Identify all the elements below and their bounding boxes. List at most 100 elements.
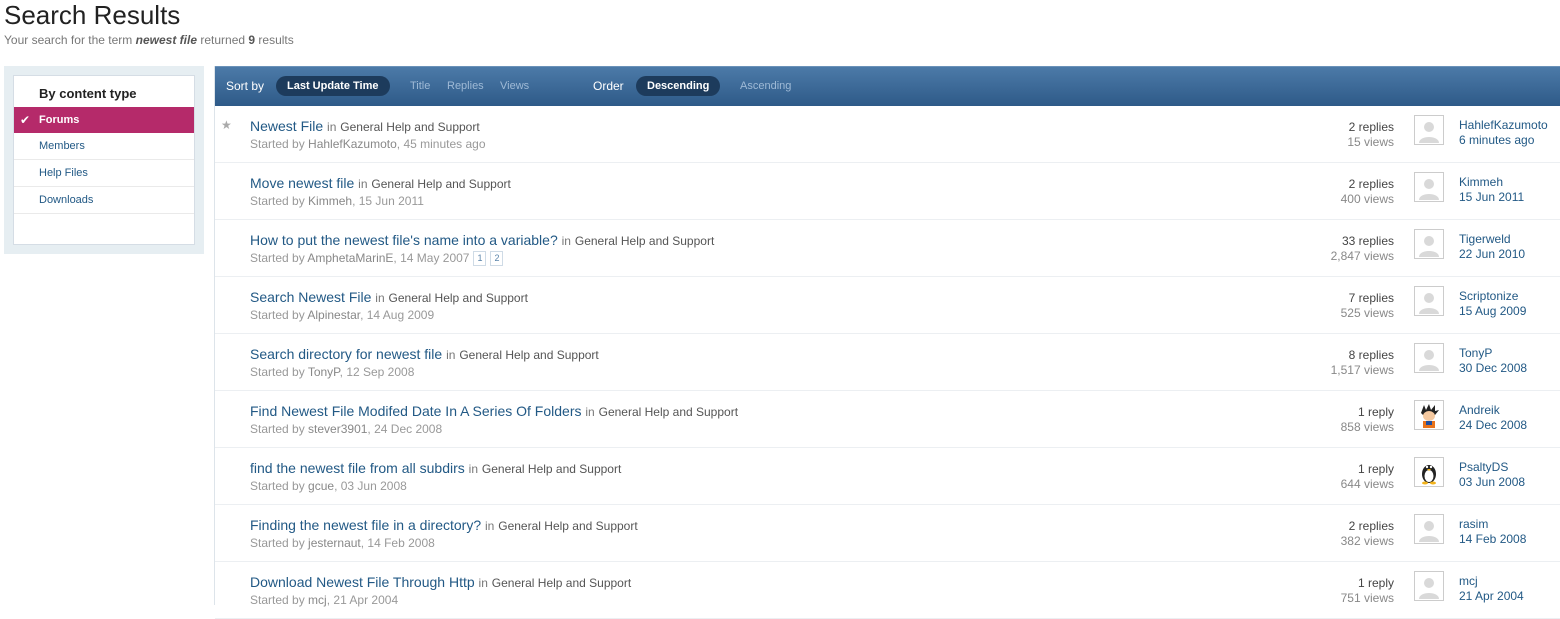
topic-author[interactable]: stever3901: [308, 422, 367, 436]
forum-link[interactable]: General Help and Support: [482, 462, 621, 476]
order-descending-button[interactable]: Descending: [636, 76, 721, 96]
last-poster-avatar[interactable]: [1414, 172, 1444, 202]
last-post-info: rasim 14 Feb 2008: [1459, 516, 1526, 547]
topic-title-link[interactable]: Newest File: [250, 118, 323, 134]
forum-link[interactable]: General Help and Support: [492, 576, 631, 590]
sort-title-option[interactable]: Title: [410, 80, 430, 92]
last-post-date[interactable]: 22 Jun 2010: [1459, 247, 1525, 262]
forum-link[interactable]: General Help and Support: [498, 519, 637, 533]
last-poster-name[interactable]: PsaltyDS: [1459, 459, 1525, 475]
sidebar-item-label: Members: [39, 140, 85, 152]
topic-page-link[interactable]: 2: [490, 251, 504, 266]
topic-title-line: Finding the newest file in a directory? …: [250, 517, 638, 533]
view-count: 15 views: [1347, 135, 1394, 149]
topic-meta: Started by Alpinestar, 14 Aug 2009: [250, 308, 435, 322]
topic-meta: Started by Kimmeh, 15 Jun 2011: [250, 194, 424, 208]
forum-link[interactable]: General Help and Support: [389, 291, 528, 305]
last-post-info: PsaltyDS 03 Jun 2008: [1459, 459, 1525, 490]
last-poster-name[interactable]: TonyP: [1459, 345, 1527, 361]
topic-title-link[interactable]: How to put the newest file's name into a…: [250, 232, 558, 248]
last-poster-name[interactable]: Scriptonize: [1459, 288, 1526, 304]
last-poster-name[interactable]: Kimmeh: [1459, 174, 1524, 190]
topic-row: Move newest file in General Help and Sup…: [215, 163, 1560, 220]
last-poster-avatar[interactable]: [1414, 571, 1444, 601]
star-icon[interactable]: ★: [221, 118, 232, 132]
last-post-date[interactable]: 15 Aug 2009: [1459, 304, 1526, 319]
topic-row: ★ Newest File in General Help and Support…: [215, 106, 1560, 163]
topic-title-line: Search Newest File in General Help and S…: [250, 289, 528, 305]
sort-views-option[interactable]: Views: [500, 80, 529, 92]
last-post-date[interactable]: 6 minutes ago: [1459, 133, 1548, 148]
forum-link[interactable]: General Help and Support: [340, 120, 479, 134]
topic-title-link[interactable]: Download Newest File Through Http: [250, 574, 475, 590]
topic-title-link[interactable]: Search directory for newest file: [250, 346, 442, 362]
last-poster-name[interactable]: HahlefKazumoto: [1459, 117, 1548, 133]
topic-page-link[interactable]: 1: [473, 251, 487, 266]
topic-title-link[interactable]: Move newest file: [250, 175, 354, 191]
topic-row: find the newest file from all subdirs in…: [215, 448, 1560, 505]
last-poster-name[interactable]: mcj: [1459, 573, 1524, 589]
reply-count: 2 replies: [1348, 519, 1394, 533]
last-poster-avatar[interactable]: [1414, 343, 1444, 373]
last-poster-avatar[interactable]: [1414, 514, 1444, 544]
topic-title-link[interactable]: Search Newest File: [250, 289, 371, 305]
topic-title-link[interactable]: Finding the newest file in a directory?: [250, 517, 481, 533]
topic-date: 14 May 2007: [400, 251, 470, 265]
in-word: in: [561, 234, 571, 248]
sidebar-item-downloads[interactable]: Downloads: [14, 187, 194, 214]
sort-replies-option[interactable]: Replies: [447, 80, 484, 92]
topic-row: Download Newest File Through Http in Gen…: [215, 562, 1560, 619]
topic-author[interactable]: jesternaut: [308, 536, 361, 550]
topic-title-link[interactable]: find the newest file from all subdirs: [250, 460, 465, 476]
topic-author[interactable]: TonyP: [308, 365, 340, 379]
last-poster-name[interactable]: Tigerweld: [1459, 231, 1525, 247]
topic-stats: 1 reply 751 views: [1341, 575, 1394, 606]
started-by-label: Started by: [250, 536, 305, 550]
search-term: newest file: [135, 33, 197, 47]
started-by-label: Started by: [250, 194, 305, 208]
last-poster-avatar[interactable]: [1414, 286, 1444, 316]
topic-date: 03 Jun 2008: [340, 479, 407, 493]
forum-link[interactable]: General Help and Support: [459, 348, 598, 362]
search-summary: Your search for the term newest file ret…: [4, 33, 294, 47]
topic-author[interactable]: Kimmeh: [308, 194, 352, 208]
view-count: 751 views: [1340, 591, 1394, 605]
topic-title-line: find the newest file from all subdirs in…: [250, 460, 621, 476]
sort-by-label: Sort by: [226, 79, 265, 93]
last-poster-name[interactable]: rasim: [1459, 516, 1526, 532]
last-post-date[interactable]: 21 Apr 2004: [1459, 589, 1524, 604]
topic-author[interactable]: HahlefKazumoto: [308, 137, 397, 151]
topic-date: 12 Sep 2008: [346, 365, 415, 379]
reply-count: 8 replies: [1348, 348, 1394, 362]
last-post-date[interactable]: 14 Feb 2008: [1459, 532, 1526, 547]
sidebar-item-members[interactable]: Members: [14, 133, 194, 160]
sidebar-item-forums[interactable]: ✔ Forums: [14, 107, 194, 133]
summary-mid: returned: [200, 33, 246, 47]
topic-date: 14 Aug 2009: [366, 308, 435, 322]
sort-last-update-button[interactable]: Last Update Time: [276, 76, 390, 96]
topic-author[interactable]: Alpinestar: [307, 308, 360, 322]
topic-author[interactable]: gcue: [308, 479, 334, 493]
sidebar-item-label: Downloads: [39, 194, 94, 206]
order-ascending-option[interactable]: Ascending: [740, 80, 791, 92]
in-word: in: [446, 348, 456, 362]
forum-link[interactable]: General Help and Support: [599, 405, 738, 419]
last-poster-avatar[interactable]: [1414, 229, 1444, 259]
last-post-date[interactable]: 15 Jun 2011: [1459, 190, 1524, 205]
last-post-date[interactable]: 30 Dec 2008: [1459, 361, 1527, 376]
topic-author[interactable]: AmphetaMarinE: [307, 251, 393, 265]
last-poster-avatar[interactable]: [1414, 457, 1444, 487]
last-poster-name[interactable]: Andreik: [1459, 402, 1527, 418]
last-poster-avatar[interactable]: [1414, 400, 1444, 430]
forum-link[interactable]: General Help and Support: [371, 177, 510, 191]
topic-stats: 2 replies 400 views: [1341, 176, 1394, 207]
view-count: 400 views: [1340, 192, 1394, 206]
topic-row: Finding the newest file in a directory? …: [215, 505, 1560, 562]
forum-link[interactable]: General Help and Support: [575, 234, 714, 248]
sidebar-item-help-files[interactable]: Help Files: [14, 160, 194, 187]
topic-title-link[interactable]: Find Newest File Modifed Date In A Serie…: [250, 403, 581, 419]
last-post-date[interactable]: 03 Jun 2008: [1459, 475, 1525, 490]
last-post-date[interactable]: 24 Dec 2008: [1459, 418, 1527, 433]
last-post-info: HahlefKazumoto 6 minutes ago: [1459, 117, 1548, 148]
last-poster-avatar[interactable]: [1414, 115, 1444, 145]
